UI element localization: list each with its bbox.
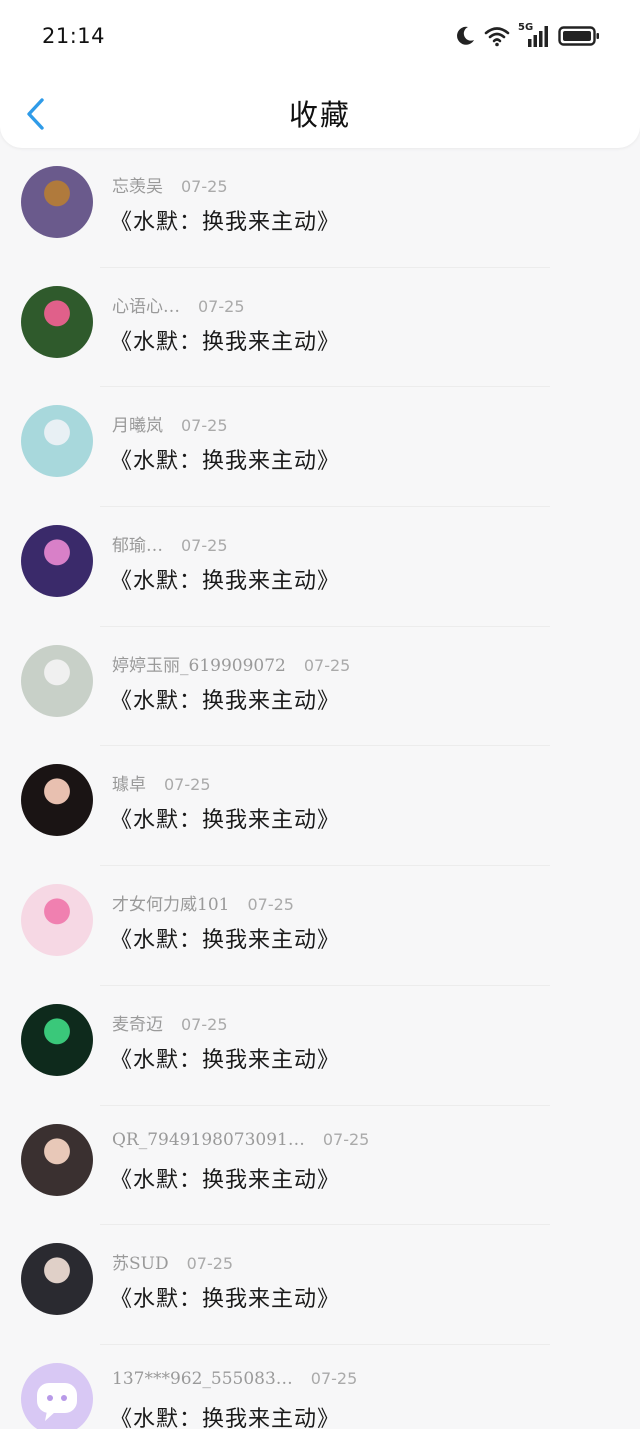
item-date: 07-25: [198, 296, 245, 316]
item-date: 07-25: [164, 775, 211, 795]
user-name: 月曦岚: [112, 416, 163, 437]
moon-icon: [457, 26, 474, 45]
avatar[interactable]: [21, 525, 93, 598]
item-date: 07-25: [310, 1368, 358, 1388]
item-meta: 璩卓 07-25: [112, 770, 211, 795]
avatar[interactable]: [21, 764, 93, 837]
item-meta: QR_7949198073091… 07-25: [112, 1130, 369, 1150]
book-title[interactable]: 《水默：换我来主动》: [110, 1162, 340, 1194]
user-name: 璩卓: [112, 775, 146, 796]
user-name: 才女何力威101: [112, 895, 230, 916]
app-header: 21:14 5G 收藏: [0, 0, 640, 148]
book-title[interactable]: 《水默：换我来主动》: [110, 922, 340, 954]
battery-icon: [558, 26, 599, 46]
list-item[interactable]: 苏SUD 07-25 《水默：换我来主动》: [0, 1225, 640, 1345]
user-name: QR_7949198073091…: [112, 1129, 305, 1150]
book-title[interactable]: 《水默：换我来主动》: [110, 204, 340, 236]
item-date: 07-25: [181, 416, 228, 436]
item-meta: 麦奇迈 07-25: [112, 1010, 228, 1035]
avatar[interactable]: [21, 1123, 93, 1196]
item-meta: 婷婷玉丽_619909072 07-25: [112, 651, 350, 676]
item-meta: 才女何力威101 07-25: [112, 890, 294, 915]
user-name: 忘羡吴: [112, 177, 163, 197]
avatar[interactable]: [21, 405, 93, 478]
avatar[interactable]: [21, 1243, 93, 1316]
list-item[interactable]: 忘羡吴 07-25 《水默：换我来主动》: [0, 148, 640, 268]
status-icons: 5G: [454, 22, 600, 50]
list-item[interactable]: QR_7949198073091… 07-25 《水默：换我来主动》: [0, 1106, 640, 1226]
item-date: 07-25: [322, 1129, 370, 1149]
item-meta: 苏SUD 07-25: [112, 1249, 233, 1274]
avatar[interactable]: [21, 644, 93, 717]
item-date: 07-25: [181, 1014, 228, 1034]
avatar[interactable]: [21, 1362, 93, 1429]
book-title[interactable]: 《水默：换我来主动》: [110, 324, 340, 356]
list-item[interactable]: 137***962_555083… 07-25 《水默：换我来主动》: [0, 1345, 640, 1429]
list-item[interactable]: 心语心… 07-25 《水默：换我来主动》: [0, 268, 640, 388]
status-time: 21:14: [42, 24, 106, 48]
book-title[interactable]: 《水默：换我来主动》: [110, 1401, 340, 1429]
user-name: 婷婷玉丽_619909072: [112, 655, 286, 676]
list-item[interactable]: 月曦岚 07-25 《水默：换我来主动》: [0, 387, 640, 508]
wifi-icon: [484, 27, 510, 47]
item-meta: 郁瑜… 07-25: [112, 531, 228, 556]
item-meta: 月曦岚 07-25: [112, 411, 228, 436]
favorites-list: 忘羡吴 07-25 《水默：换我来主动》 心语心… 07-25 《水默：换我来主动》 月曦岚…: [0, 148, 640, 1429]
item-meta: 137***962_555083… 07-25: [112, 1369, 357, 1389]
avatar[interactable]: [21, 884, 93, 957]
user-name: 郁瑜…: [112, 536, 163, 557]
list-item[interactable]: 麦奇迈 07-25 《水默：换我来主动》: [0, 986, 640, 1106]
book-title[interactable]: 《水默：换我来主动》: [110, 443, 340, 475]
page-title: 收藏: [288, 98, 351, 132]
list-item[interactable]: 婷婷玉丽_619909072 07-25 《水默：换我来主动》: [0, 627, 640, 747]
user-name: 137***962_555083…: [112, 1368, 293, 1389]
book-title[interactable]: 《水默：换我来主动》: [110, 1042, 340, 1074]
book-title[interactable]: 《水默：换我来主动》: [110, 563, 340, 595]
list-item[interactable]: 郁瑜… 07-25 《水默：换我来主动》: [0, 507, 640, 627]
item-date: 07-25: [186, 1254, 234, 1274]
book-title[interactable]: 《水默：换我来主动》: [110, 1281, 340, 1313]
item-date: 07-25: [303, 655, 351, 675]
signal-5g-icon: 5G: [518, 22, 550, 48]
user-name: 麦奇迈: [112, 1014, 163, 1035]
user-name: 心语心…: [112, 296, 180, 317]
avatar[interactable]: [21, 285, 93, 358]
avatar[interactable]: [21, 166, 93, 238]
item-date: 07-25: [181, 177, 228, 196]
item-meta: 心语心… 07-25: [112, 292, 245, 317]
avatar[interactable]: [21, 1003, 93, 1076]
book-title[interactable]: 《水默：换我来主动》: [110, 802, 340, 834]
list-item[interactable]: 璩卓 07-25 《水默：换我来主动》: [0, 746, 640, 867]
user-name: 苏SUD: [112, 1254, 169, 1275]
item-date: 07-25: [181, 536, 228, 556]
item-date: 07-25: [247, 895, 294, 915]
list-item[interactable]: 才女何力威101 07-25 《水默：换我来主动》: [0, 866, 640, 986]
book-title[interactable]: 《水默：换我来主动》: [110, 683, 340, 715]
chat-bubble-icon: [37, 1382, 77, 1421]
item-meta: 忘羡吴 07-25: [112, 172, 228, 197]
